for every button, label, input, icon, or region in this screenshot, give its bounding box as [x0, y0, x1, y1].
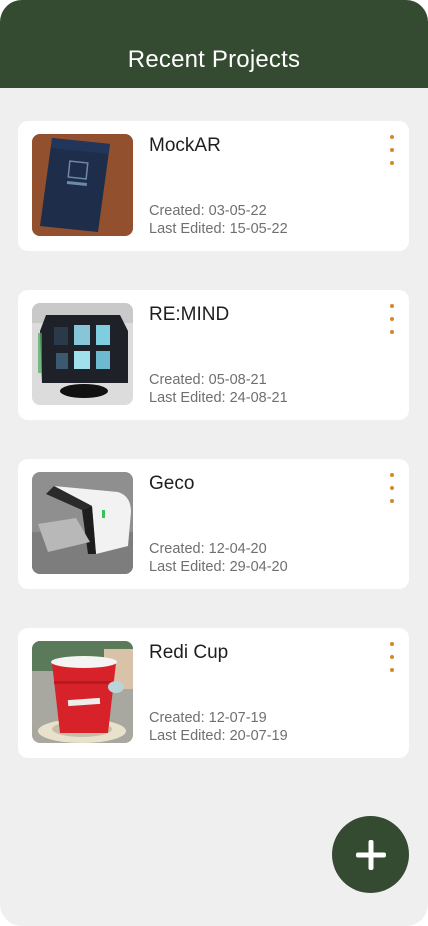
more-vertical-icon[interactable]	[385, 642, 399, 672]
project-thumbnail	[32, 641, 133, 743]
project-dates: Created: 12-07-19 Last Edited: 20-07-19	[149, 709, 288, 745]
more-vertical-icon[interactable]	[385, 304, 399, 334]
created-date: Created: 12-04-20	[149, 541, 267, 557]
app-screen: Recent Projects MockAR Created: 03-05-22…	[0, 0, 428, 926]
last-edited-date: Last Edited: 24-08-21	[149, 390, 288, 406]
project-dates: Created: 05-08-21 Last Edited: 24-08-21	[149, 371, 288, 407]
notebook-image	[32, 134, 133, 236]
app-header: Recent Projects	[0, 0, 428, 88]
project-dates: Created: 12-04-20 Last Edited: 29-04-20	[149, 540, 288, 576]
project-title: Geco	[149, 473, 195, 494]
project-card-remind[interactable]: RE:MIND Created: 05-08-21 Last Edited: 2…	[18, 290, 409, 420]
created-date: Created: 05-08-21	[149, 372, 267, 388]
project-title: MockAR	[149, 135, 221, 156]
project-thumbnail	[32, 303, 133, 405]
device-image	[32, 303, 133, 405]
add-project-button[interactable]	[332, 816, 409, 893]
last-edited-date: Last Edited: 15-05-22	[149, 221, 288, 237]
project-card-redi-cup[interactable]: Redi Cup Created: 12-07-19 Last Edited: …	[18, 628, 409, 758]
project-title: Redi Cup	[149, 642, 229, 663]
project-title: RE:MIND	[149, 304, 230, 325]
project-card-geco[interactable]: Geco Created: 12-04-20 Last Edited: 29-0…	[18, 459, 409, 589]
page-title: Recent Projects	[127, 46, 301, 73]
more-vertical-icon[interactable]	[385, 473, 399, 503]
last-edited-date: Last Edited: 20-07-19	[149, 728, 288, 744]
created-date: Created: 03-05-22	[149, 203, 267, 219]
project-dates: Created: 03-05-22 Last Edited: 15-05-22	[149, 202, 288, 238]
project-thumbnail	[32, 472, 133, 574]
created-date: Created: 12-07-19	[149, 710, 267, 726]
headset-image	[32, 472, 133, 574]
project-thumbnail	[32, 134, 133, 236]
more-vertical-icon[interactable]	[385, 135, 399, 165]
project-card-mockar[interactable]: MockAR Created: 03-05-22 Last Edited: 15…	[18, 121, 409, 251]
red-cup-image	[32, 641, 133, 743]
last-edited-date: Last Edited: 29-04-20	[149, 559, 288, 575]
